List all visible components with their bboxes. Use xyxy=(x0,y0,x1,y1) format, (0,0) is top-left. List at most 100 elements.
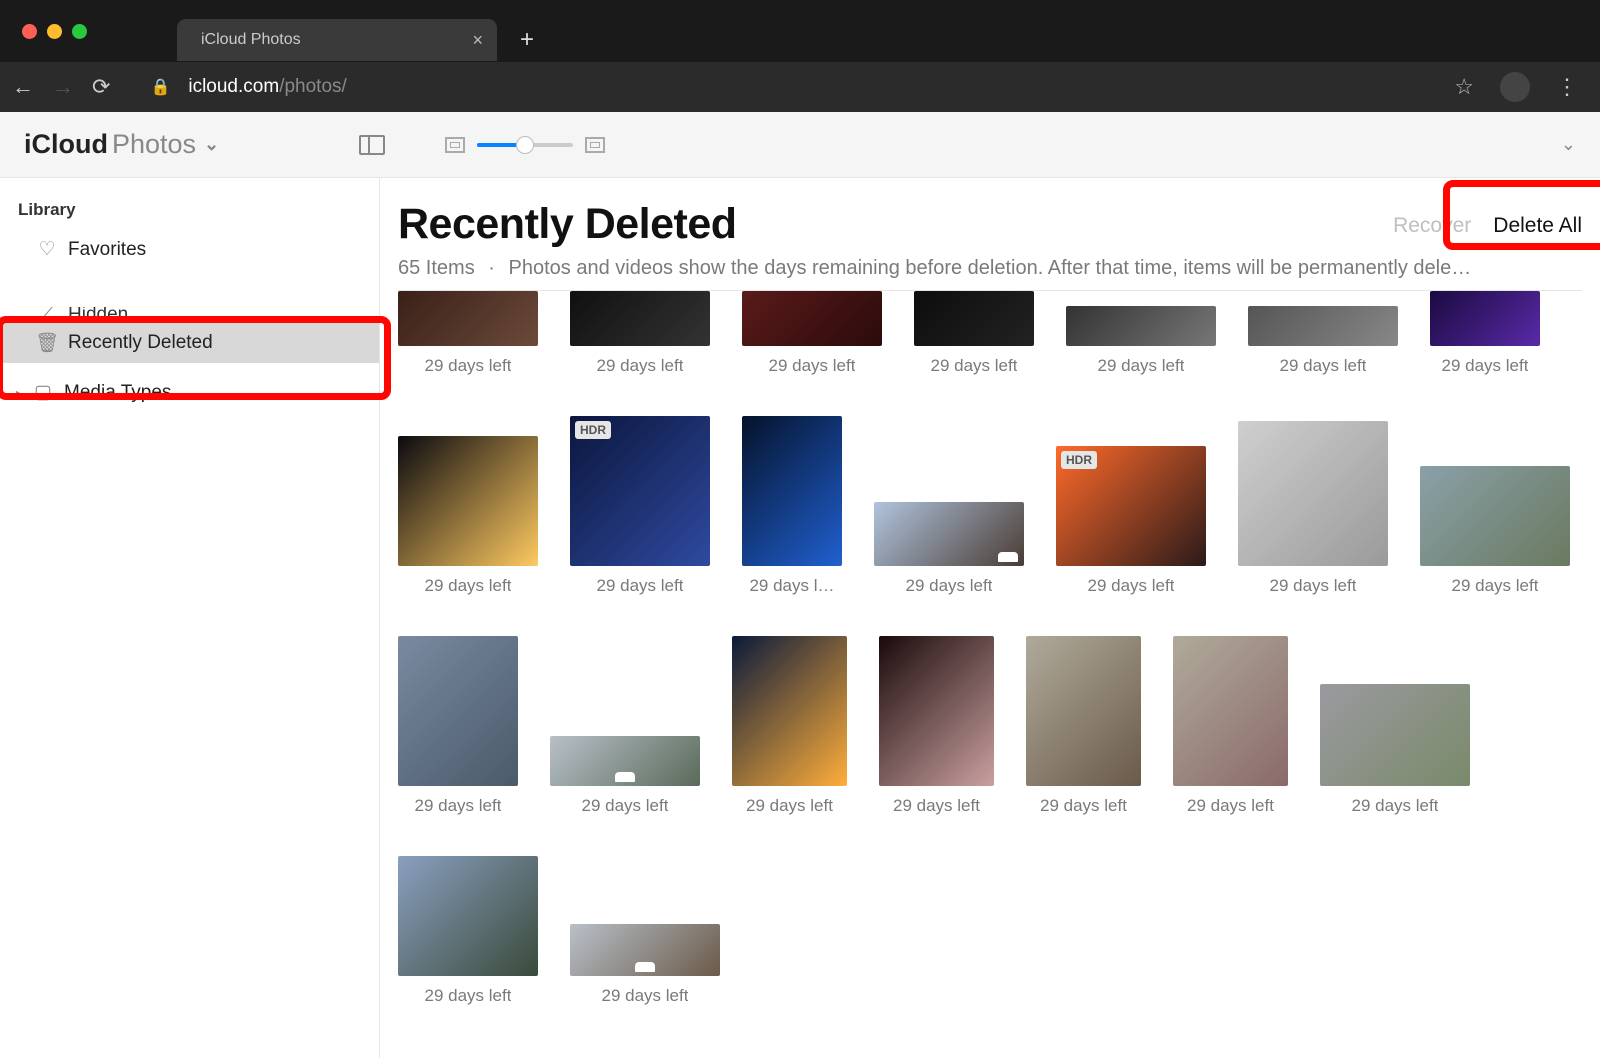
photo-thumbnail[interactable] xyxy=(570,924,720,976)
zoom-window-button[interactable] xyxy=(72,24,87,39)
photo-cell[interactable]: 29 days left xyxy=(874,502,1024,596)
photo-cell[interactable]: HDR29 days left xyxy=(1056,446,1206,596)
disclosure-triangle-icon: ▸ xyxy=(16,386,22,400)
url-path: /photos/ xyxy=(279,76,347,97)
zoom-track[interactable] xyxy=(477,143,573,147)
lock-icon[interactable]: 🔒 xyxy=(150,77,170,97)
days-left-label: 29 days left xyxy=(415,796,502,816)
photo-cell[interactable]: 29 days left xyxy=(732,636,847,816)
sidebar-toggle-icon[interactable] xyxy=(359,135,385,155)
delete-all-button[interactable]: Delete All xyxy=(1493,214,1582,238)
photo-cell[interactable]: 29 days left xyxy=(1430,291,1540,376)
photo-thumbnail[interactable] xyxy=(1026,636,1141,786)
photo-thumbnail[interactable] xyxy=(550,736,700,786)
minimize-window-button[interactable] xyxy=(47,24,62,39)
photo-thumbnail[interactable] xyxy=(874,502,1024,566)
photo-cell[interactable]: 29 days left xyxy=(879,636,994,816)
photo-thumbnail[interactable] xyxy=(1173,636,1288,786)
photo-thumbnail[interactable] xyxy=(1066,306,1216,346)
profile-avatar[interactable] xyxy=(1500,72,1530,102)
photo-thumbnail[interactable] xyxy=(570,291,710,346)
photo-thumbnail[interactable] xyxy=(742,291,882,346)
days-left-label: 29 days left xyxy=(931,356,1018,376)
photo-thumbnail[interactable] xyxy=(742,416,842,566)
eye-slash-icon: ⟋ xyxy=(36,307,58,323)
photo-cell[interactable]: 29 days left xyxy=(1238,421,1388,596)
days-left-label: 29 days left xyxy=(746,796,833,816)
stack-icon: ▢ xyxy=(32,381,54,404)
zoom-thumb[interactable] xyxy=(516,136,534,154)
sidebar-item-hidden[interactable]: ⟋ Hidden xyxy=(0,307,379,323)
header-chevron-down-icon[interactable]: ⌄ xyxy=(1561,134,1576,155)
photo-grid: 29 days left 29 days left 29 days left 29 d… xyxy=(398,291,1582,1006)
days-left-label: 29 days left xyxy=(597,356,684,376)
photo-cell[interactable]: 29 days left xyxy=(1320,684,1470,816)
photo-thumbnail[interactable] xyxy=(914,291,1034,346)
photo-cell[interactable]: 29 days left xyxy=(1026,636,1141,816)
photo-thumbnail[interactable] xyxy=(732,636,847,786)
days-left-label: 29 days left xyxy=(425,986,512,1006)
days-left-label: 29 days left xyxy=(769,356,856,376)
photo-cell[interactable]: 29 days left xyxy=(398,636,518,816)
days-left-label: 29 days left xyxy=(893,796,980,816)
photo-cell[interactable]: 29 days left xyxy=(570,924,720,1006)
photo-cell[interactable]: 29 days left xyxy=(914,291,1034,376)
sidebar-item-recently-deleted[interactable]: 🗑 Recently Deleted xyxy=(0,323,379,363)
photo-cell[interactable]: 29 days left xyxy=(550,736,700,816)
app-title[interactable]: iCloud Photos ⌄ xyxy=(24,129,219,160)
photo-thumbnail[interactable] xyxy=(1420,466,1570,566)
photo-cell[interactable]: 29 days l… xyxy=(742,416,842,596)
url-text[interactable]: icloud.com/photos/ xyxy=(188,76,346,98)
tab-title: iCloud Photos xyxy=(201,31,301,49)
back-button[interactable]: ← xyxy=(12,74,34,100)
days-left-label: 29 days left xyxy=(1187,796,1274,816)
photo-thumbnail[interactable] xyxy=(1320,684,1470,786)
days-left-label: 29 days left xyxy=(1452,576,1539,596)
browser-address-bar: ← → ⟳ 🔒 icloud.com/photos/ ☆ ⋮ xyxy=(0,62,1600,112)
photo-thumbnail[interactable] xyxy=(398,436,538,566)
sidebar-group-media-types[interactable]: ▸ ▢ Media Types xyxy=(0,363,379,412)
trash-icon: 🗑 xyxy=(36,331,58,355)
photo-thumbnail[interactable] xyxy=(1238,421,1388,566)
photo-thumbnail[interactable] xyxy=(398,856,538,976)
photo-cell[interactable]: 29 days left xyxy=(398,291,538,376)
new-tab-button[interactable]: + xyxy=(511,26,543,54)
panorama-icon xyxy=(615,772,635,782)
hdr-badge: HDR xyxy=(1061,451,1097,469)
photo-cell[interactable]: 29 days left xyxy=(1066,306,1216,376)
photo-thumbnail[interactable] xyxy=(1430,291,1540,346)
photo-thumbnail[interactable] xyxy=(879,636,994,786)
photo-thumbnail[interactable]: HDR xyxy=(570,416,710,566)
photo-thumbnail[interactable] xyxy=(398,636,518,786)
days-left-label: 29 days left xyxy=(1040,796,1127,816)
photo-row: 29 days left 29 days left 29 days left 29 d… xyxy=(398,636,1582,816)
photo-cell[interactable]: 29 days left xyxy=(1420,466,1570,596)
app-header: iCloud Photos ⌄ ⌄ xyxy=(0,112,1600,178)
forward-button[interactable]: → xyxy=(52,74,74,100)
recover-button[interactable]: Recover xyxy=(1393,214,1471,238)
days-left-label: 29 days left xyxy=(1280,356,1367,376)
url-host: icloud.com xyxy=(188,76,279,97)
days-left-label: 29 days left xyxy=(1442,356,1529,376)
sidebar-item-favorites[interactable]: ♡ Favorites xyxy=(0,230,379,269)
photo-thumbnail[interactable]: HDR xyxy=(1056,446,1206,566)
app-section: Photos xyxy=(112,129,196,160)
content-area: Recently Deleted Recover Delete All 65 I… xyxy=(380,178,1600,1058)
reload-button[interactable]: ⟳ xyxy=(92,74,110,100)
photo-cell[interactable]: 29 days left xyxy=(398,436,538,596)
photo-cell[interactable]: HDR29 days left xyxy=(570,416,710,596)
close-tab-icon[interactable]: × xyxy=(472,30,483,51)
close-window-button[interactable] xyxy=(22,24,37,39)
photo-cell[interactable]: 29 days left xyxy=(1173,636,1288,816)
photo-cell[interactable]: 29 days left xyxy=(570,291,710,376)
browser-tab[interactable]: iCloud Photos × xyxy=(177,19,497,61)
thumbnail-zoom-slider[interactable] xyxy=(445,137,605,153)
photo-cell[interactable]: 29 days left xyxy=(1248,306,1398,376)
photo-cell[interactable]: 29 days left xyxy=(742,291,882,376)
bookmark-star-icon[interactable]: ☆ xyxy=(1454,74,1474,100)
content-subtitle: 65 Items · Photos and videos show the da… xyxy=(398,257,1578,280)
photo-thumbnail[interactable] xyxy=(1248,306,1398,346)
photo-cell[interactable]: 29 days left xyxy=(398,856,538,1006)
photo-thumbnail[interactable] xyxy=(398,291,538,346)
browser-menu-icon[interactable]: ⋮ xyxy=(1556,74,1580,100)
